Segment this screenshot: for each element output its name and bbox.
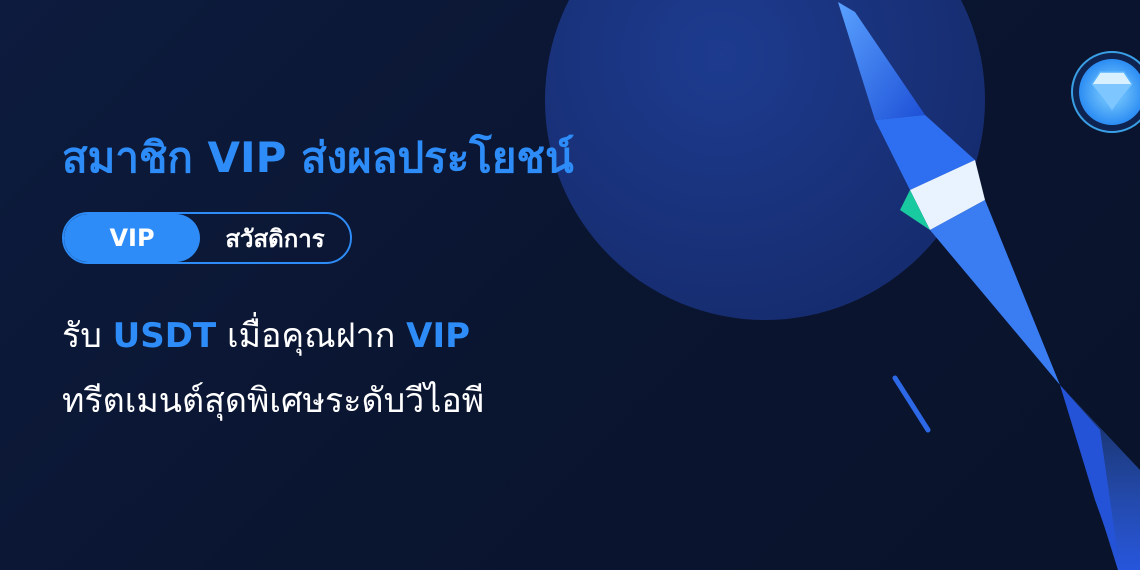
promo-line-treatment: ทรีตเมนต์สุดพิเศษระดับวีไอพี	[62, 381, 485, 421]
tab-vip[interactable]: VIP	[64, 214, 200, 262]
line1-text-1: รับ	[62, 316, 113, 356]
tab-benefits[interactable]: สวัสดิการ	[200, 219, 350, 258]
highlight-vip: VIP	[406, 316, 471, 356]
tab-switcher: VIP สวัสดิการ	[62, 212, 352, 264]
line1-text-2: เมื่อคุณฝาก	[216, 316, 407, 356]
hero-content: สมาชิก VIP ส่งผลประโยชน์ VIP สวัสดิการ ร…	[62, 0, 762, 570]
promo-line-usdt: รับ USDT เมื่อคุณฝาก VIP	[62, 313, 470, 359]
streak-line	[892, 375, 931, 433]
diamond-badge-icon	[1071, 51, 1140, 133]
page-headline: สมาชิก VIP ส่งผลประโยชน์	[62, 133, 574, 182]
highlight-usdt: USDT	[112, 316, 217, 356]
